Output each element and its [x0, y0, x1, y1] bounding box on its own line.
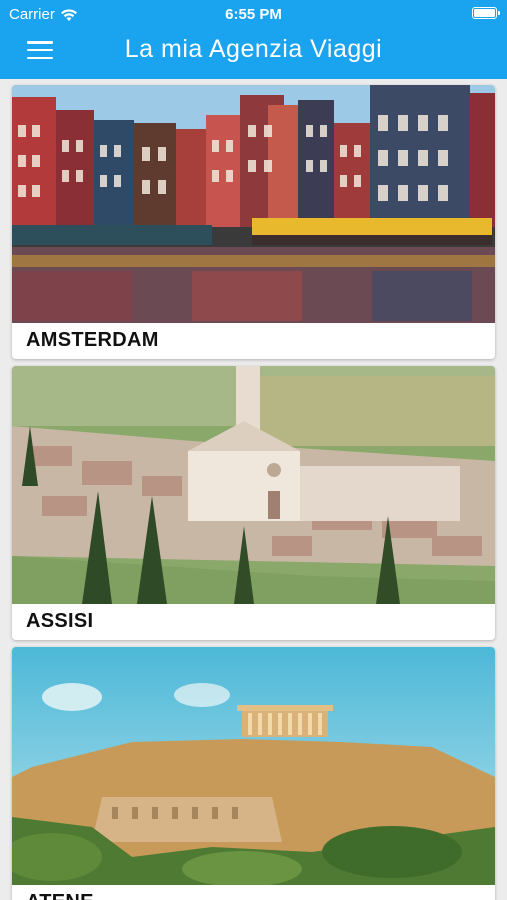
destination-name: ATENE	[26, 891, 94, 900]
destination-card[interactable]: AMSTERDAM	[12, 85, 495, 359]
destination-card[interactable]: ATENE	[12, 647, 495, 900]
destination-photo	[12, 366, 495, 604]
destination-name: AMSTERDAM	[26, 329, 159, 351]
destination-list[interactable]: AMSTERDAM ASSISI	[0, 79, 507, 900]
app-header: Carrier 6:55 PM La mia Agenzia Viaggi	[0, 0, 507, 79]
destination-card[interactable]: ASSISI	[12, 366, 495, 640]
status-bar: Carrier 6:55 PM	[0, 0, 507, 28]
destination-name: ASSISI	[26, 610, 94, 632]
battery-icon	[472, 7, 500, 19]
page-title: La mia Agenzia Viaggi	[124, 35, 383, 63]
destination-photo	[12, 85, 495, 323]
clock: 6:55 PM	[225, 6, 282, 23]
destination-photo	[12, 647, 495, 885]
